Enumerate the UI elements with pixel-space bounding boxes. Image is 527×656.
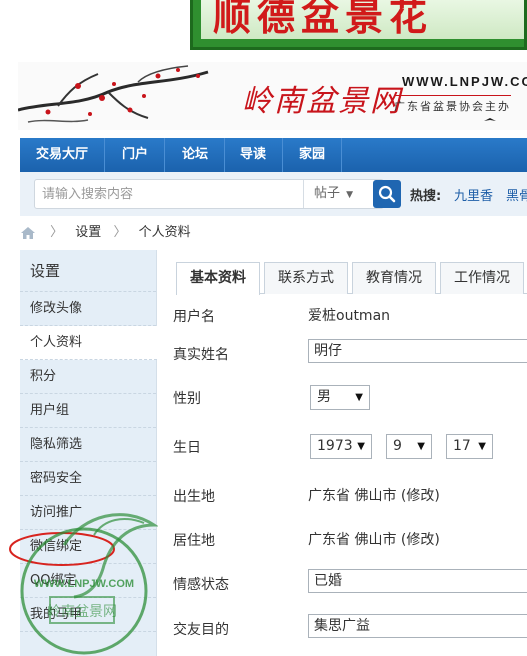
- site-subtitle: 广东省盆景协会主办: [394, 95, 511, 114]
- residence-text: 广东省 佛山市: [308, 532, 397, 548]
- search-type-label: 帖子: [314, 186, 341, 201]
- profile-tabs: 基本资料 联系方式 教育情况 工作情况: [176, 262, 527, 295]
- sidebar-item-promotion[interactable]: 访问推广: [20, 496, 156, 530]
- nav-item-guide[interactable]: 导读: [224, 138, 284, 172]
- residence-value: 广东省 佛山市 (修改): [308, 529, 440, 549]
- sidebar-item-qq[interactable]: QQ绑定: [20, 564, 156, 598]
- banner-bar: [193, 39, 524, 47]
- sidebar-item-credits[interactable]: 积分: [20, 360, 156, 394]
- birth-day-select[interactable]: 17 ▼: [446, 434, 493, 459]
- breadcrumb-current: 个人资料: [138, 225, 191, 240]
- marital-field[interactable]: 已婚: [308, 569, 527, 593]
- realname-label: 真实姓名: [173, 347, 229, 363]
- profile-panel: 基本资料 联系方式 教育情况 工作情况 用户名 爱桩outman 真实姓名 明仔…: [158, 250, 527, 656]
- ad-banner[interactable]: 顺德盆景花: [190, 0, 527, 50]
- sidebar-item-avatar[interactable]: 修改头像: [20, 292, 156, 326]
- birthplace-edit-link[interactable]: (修改): [401, 488, 440, 504]
- birthplace-text: 广东省 佛山市: [308, 488, 397, 504]
- breadcrumb-separator: 〉: [50, 225, 64, 240]
- search-box: 帖子 ▼: [34, 179, 384, 209]
- site-logo[interactable]: 岭南盆景网: [242, 76, 402, 120]
- chevron-down-icon: ▼: [346, 190, 354, 200]
- nav-item-trade[interactable]: 交易大厅: [20, 138, 106, 172]
- residence-edit-link[interactable]: (修改): [401, 532, 440, 548]
- residence-label: 居住地: [173, 533, 215, 549]
- realname-field[interactable]: 明仔: [308, 339, 527, 363]
- purpose-label: 交友目的: [173, 622, 229, 638]
- breadcrumb-separator: 〉: [113, 225, 127, 240]
- sidebar-item-wechat[interactable]: 微信绑定: [20, 530, 156, 564]
- sidebar-title: 设置: [20, 250, 156, 292]
- search-type-select[interactable]: 帖子 ▼: [303, 180, 383, 208]
- search-button[interactable]: [373, 180, 401, 208]
- settings-sidebar: 设置 修改头像 个人资料 积分 用户组 隐私筛选 密码安全 访问推广 微信绑定 …: [20, 250, 157, 656]
- sidebar-item-privacy[interactable]: 隐私筛选: [20, 428, 156, 462]
- birth-day-value: 17: [453, 438, 471, 454]
- chevron-down-icon: ▼: [355, 392, 363, 403]
- birthday-label: 生日: [173, 440, 201, 456]
- marital-label: 情感状态: [173, 577, 229, 593]
- birthplace-value: 广东省 佛山市 (修改): [308, 485, 440, 505]
- search-input[interactable]: [35, 180, 303, 208]
- hot-search-link[interactable]: 九里香: [454, 185, 493, 204]
- banner-text: 顺德盆景花: [213, 0, 434, 39]
- hot-search-label: 热搜:: [410, 189, 442, 204]
- chevron-down-icon: ▼: [417, 441, 425, 452]
- username-value: 爱桩outman: [308, 308, 391, 324]
- tab-work[interactable]: 工作情况: [440, 262, 524, 294]
- hot-search-link[interactable]: 黑骨: [506, 185, 527, 204]
- sidebar-item-profile[interactable]: 个人资料: [20, 326, 157, 360]
- plum-blossom-painting: [18, 65, 209, 123]
- sidebar-item-usergroup[interactable]: 用户组: [20, 394, 156, 428]
- birth-year-select[interactable]: 1973 ▼: [310, 434, 372, 459]
- purpose-field[interactable]: 集思广益: [308, 614, 527, 638]
- gender-value: 男: [317, 389, 331, 405]
- nav-item-portal[interactable]: 门户: [106, 138, 166, 172]
- birth-month-value: 9: [393, 438, 402, 454]
- gender-label: 性别: [173, 391, 201, 407]
- nav-item-home[interactable]: 家园: [283, 138, 343, 172]
- nav-item-forum[interactable]: 论坛: [166, 138, 226, 172]
- search-icon: [378, 185, 396, 203]
- home-icon[interactable]: [20, 226, 36, 240]
- tab-basic-info[interactable]: 基本资料: [176, 262, 260, 295]
- site-header: 岭南盆景网 WWW.LNPJW.COM 广东省盆景协会主办: [18, 62, 527, 130]
- breadcrumb-settings[interactable]: 设置: [75, 225, 101, 240]
- breadcrumb: 〉 设置 〉 个人资料: [20, 222, 191, 244]
- tab-education[interactable]: 教育情况: [352, 262, 436, 294]
- search-bar: 帖子 ▼ 热搜: 九里香 黑骨: [20, 172, 527, 216]
- main-nav: 交易大厅 门户 论坛 导读 家园: [20, 138, 527, 172]
- sidebar-item-password[interactable]: 密码安全: [20, 462, 156, 496]
- bird-icon: [484, 118, 496, 121]
- birth-month-select[interactable]: 9 ▼: [386, 434, 432, 459]
- birth-year-value: 1973: [317, 438, 353, 454]
- chevron-down-icon: ▼: [357, 441, 365, 452]
- site-url: WWW.LNPJW.COM: [402, 74, 527, 89]
- tab-contact[interactable]: 联系方式: [264, 262, 348, 294]
- chevron-down-icon: ▼: [478, 441, 486, 452]
- username-label: 用户名: [173, 309, 215, 325]
- sidebar-item-vest[interactable]: 我的马甲: [20, 598, 156, 632]
- gender-select[interactable]: 男 ▼: [310, 385, 370, 410]
- page: 顺德盆景花 岭南盆景网 WWW.LNPJW.COM 广东省盆景协会主办 交易大厅: [0, 0, 527, 656]
- birthplace-label: 出生地: [173, 489, 215, 505]
